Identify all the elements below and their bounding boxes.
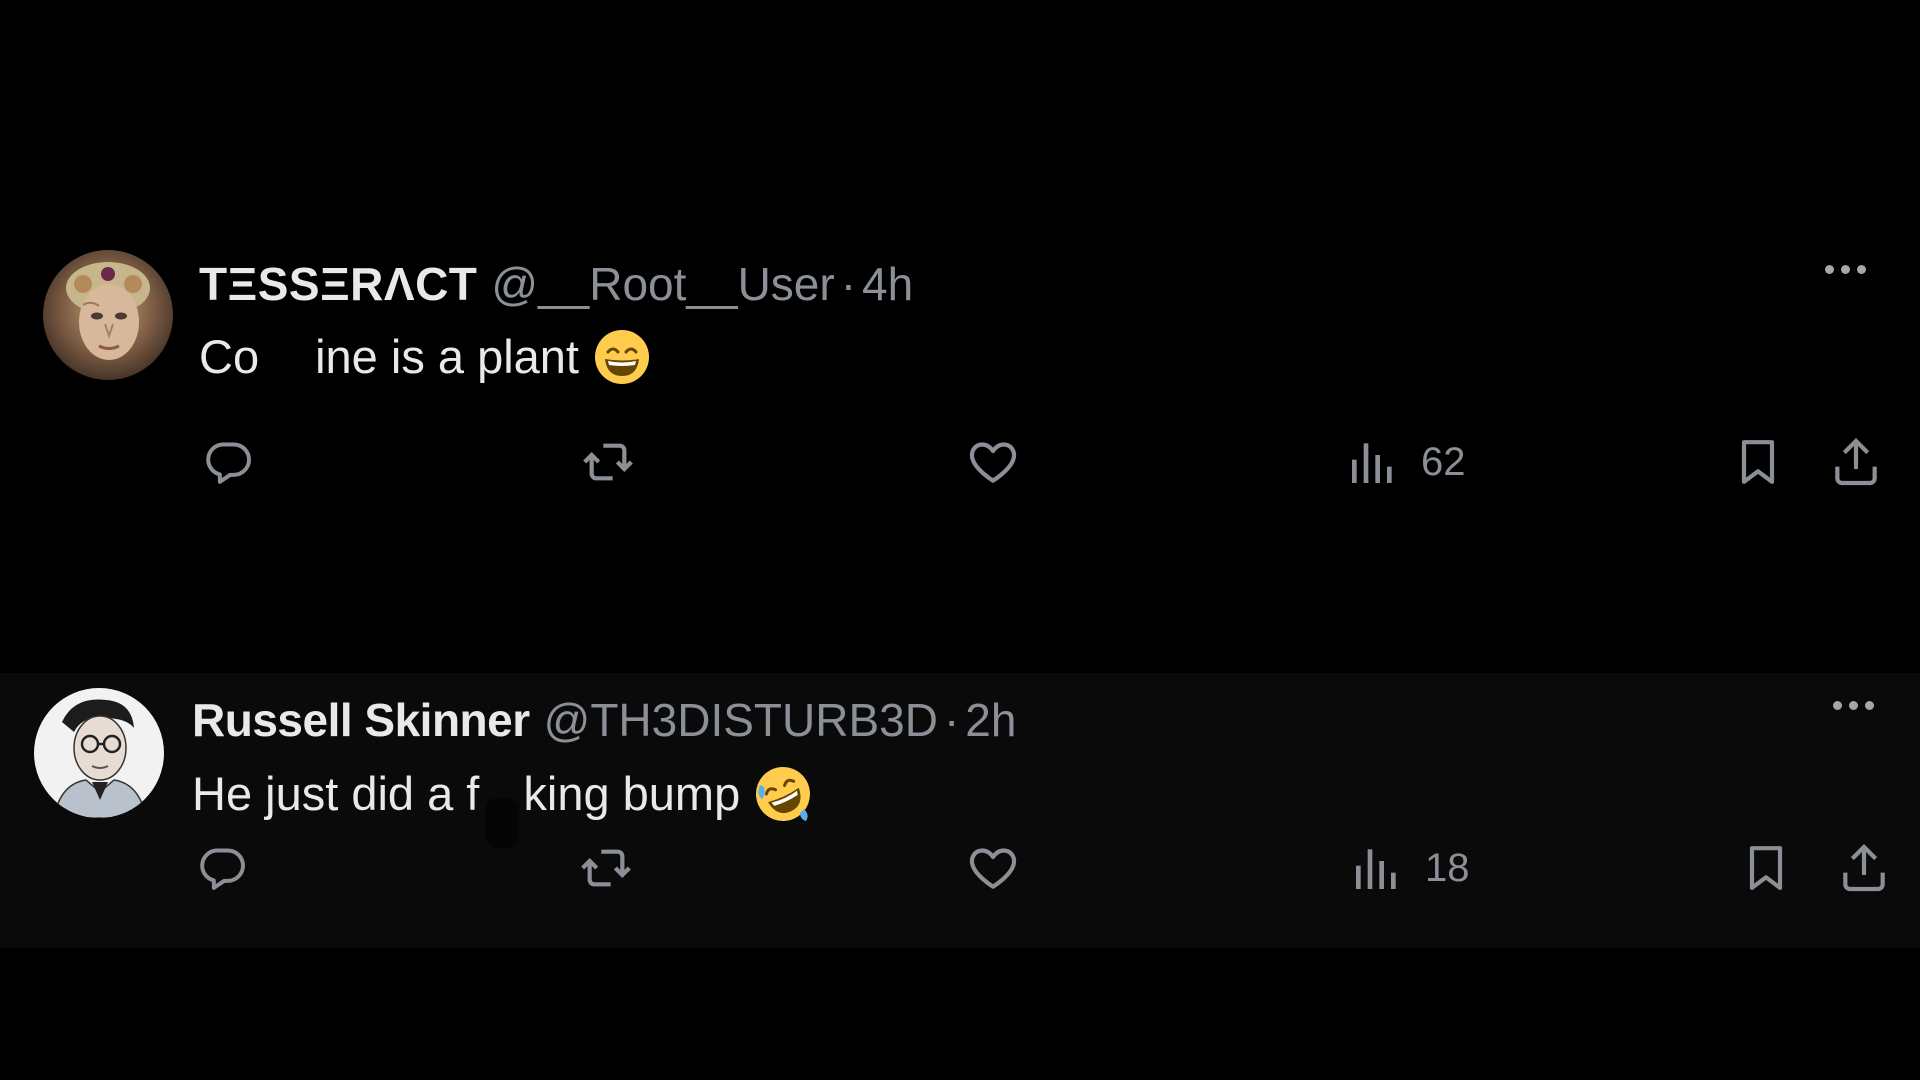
like-button[interactable]	[965, 432, 1021, 492]
view-count: 18	[1425, 845, 1470, 890]
reply-button[interactable]	[200, 432, 256, 492]
user-handle[interactable]: @__Root__User	[491, 258, 834, 310]
heart-icon	[969, 442, 1017, 483]
timestamp[interactable]: 2h	[965, 694, 1016, 746]
views-button[interactable]: 62	[1345, 432, 1466, 492]
more-dots-icon	[1833, 701, 1874, 710]
timeline: TΞSSΞRΛCT @__Root__User · 4h Co ine is a pla…	[0, 0, 1920, 1080]
repost-button[interactable]	[578, 838, 634, 898]
timestamp[interactable]: 4h	[862, 258, 913, 310]
repost-button[interactable]	[580, 432, 636, 492]
display-name[interactable]: Russell Skinner	[192, 694, 530, 746]
avatar[interactable]	[34, 688, 164, 818]
user-handle[interactable]: @TH3DISTURB3D	[544, 694, 938, 746]
views-chart-icon	[1356, 849, 1396, 889]
repost-icon	[583, 443, 633, 481]
reply-icon	[200, 848, 245, 890]
more-dots-icon	[1825, 265, 1866, 274]
tweet[interactable]: Russell Skinner @TH3DISTURB3D · 2h He just …	[0, 673, 1920, 948]
tweet-actions: 62	[0, 432, 1920, 492]
view-count: 62	[1421, 439, 1466, 484]
tweet-actions: 18	[0, 838, 1920, 898]
bookmark-button[interactable]	[1738, 838, 1794, 898]
views-chart-icon	[1352, 443, 1392, 483]
avatar[interactable]	[43, 250, 173, 380]
bookmark-button[interactable]	[1730, 432, 1786, 492]
tweet-text-part: Co	[199, 330, 260, 383]
tweet-header: Russell Skinner @TH3DISTURB3D · 2h	[192, 693, 1016, 747]
repost-icon	[581, 849, 631, 887]
share-icon	[1835, 438, 1877, 486]
tweet-text: He just did a f king bump	[192, 765, 812, 848]
share-button[interactable]	[1836, 838, 1892, 898]
bookmark-icon	[1749, 846, 1783, 890]
tweet-text: Co ine is a plant	[199, 328, 651, 386]
separator: ·	[943, 694, 960, 746]
tweet-text-part: king bump	[523, 767, 741, 820]
avatar-image	[43, 250, 173, 380]
more-options-button[interactable]	[1833, 701, 1874, 710]
more-options-button[interactable]	[1825, 265, 1866, 274]
share-button[interactable]	[1828, 432, 1884, 492]
share-icon	[1843, 844, 1885, 892]
separator: ·	[840, 258, 857, 310]
tweet-text-part: He just did a f	[192, 767, 480, 820]
like-button[interactable]	[965, 838, 1021, 898]
grinning-face-emoji-icon	[593, 328, 651, 386]
display-name[interactable]: TΞSSΞRΛCT	[199, 258, 477, 310]
tweet-text-part: ine is a plant	[315, 330, 579, 383]
avatar-image	[34, 688, 164, 818]
reply-icon	[206, 442, 251, 484]
bookmark-icon	[1741, 440, 1775, 484]
tweet-header: TΞSSΞRΛCT @__Root__User · 4h	[199, 257, 913, 311]
reply-button[interactable]	[194, 838, 250, 898]
tweet[interactable]: TΞSSΞRΛCT @__Root__User · 4h Co ine is a pla…	[0, 240, 1920, 540]
heart-icon	[969, 848, 1017, 889]
rolling-laughing-emoji-icon	[754, 765, 812, 823]
views-button[interactable]: 18	[1349, 838, 1470, 898]
